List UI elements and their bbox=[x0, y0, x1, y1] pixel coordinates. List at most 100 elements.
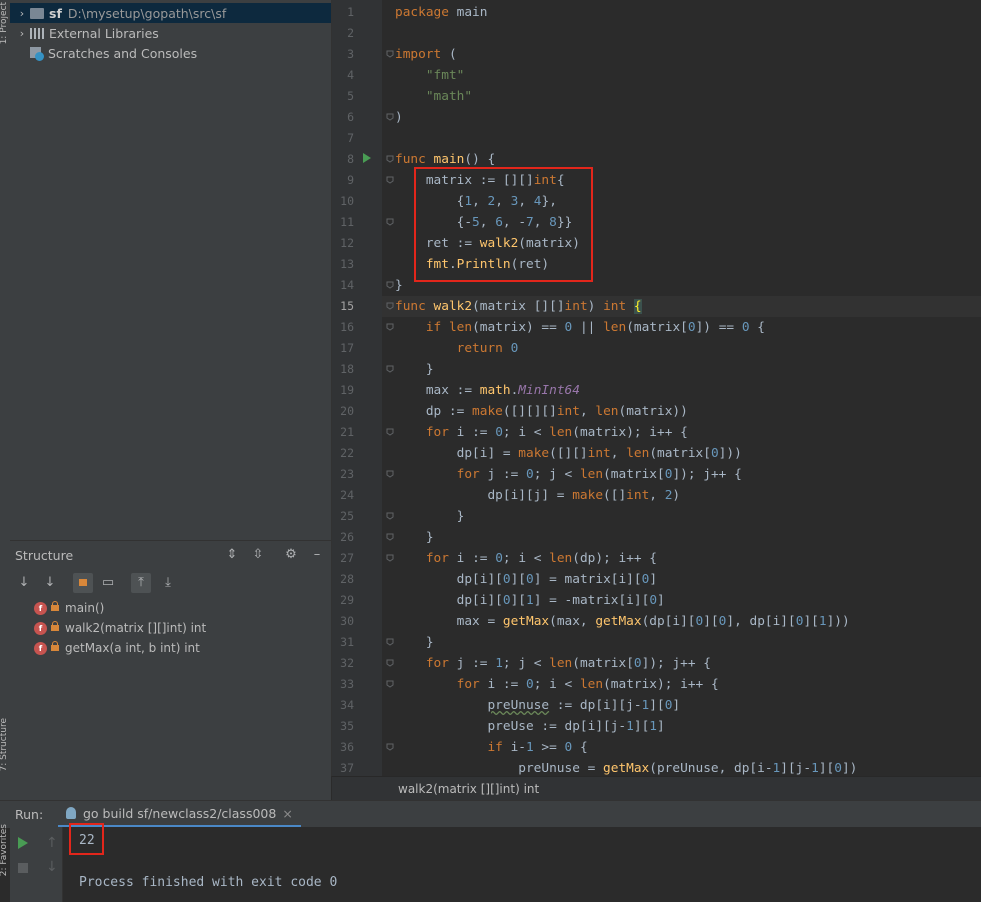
line-number: 29 bbox=[340, 593, 354, 607]
fold-marker-icon[interactable] bbox=[386, 680, 394, 688]
fold-marker-icon[interactable] bbox=[386, 302, 394, 310]
fold-marker-icon[interactable] bbox=[386, 428, 394, 436]
fold-marker-icon[interactable] bbox=[386, 659, 394, 667]
close-icon[interactable]: × bbox=[282, 806, 292, 821]
tree-item-label: External Libraries bbox=[49, 25, 159, 41]
line-number: 19 bbox=[340, 383, 354, 397]
fold-marker-icon[interactable] bbox=[386, 113, 394, 121]
function-icon: f bbox=[34, 621, 47, 635]
line-number: 28 bbox=[340, 572, 354, 586]
line-number: 10 bbox=[340, 194, 354, 208]
code-line[interactable]: } bbox=[395, 275, 403, 296]
code-line[interactable]: for j := 0; j < len(matrix[0]); j++ { bbox=[395, 464, 742, 485]
code-line[interactable]: import ( bbox=[395, 44, 457, 65]
code-line[interactable]: if len(matrix) == 0 || len(matrix[0]) ==… bbox=[395, 317, 765, 338]
sort-by-type-icon[interactable]: ↓ bbox=[16, 575, 32, 591]
code-line[interactable]: preUse := dp[i][j-1][1] bbox=[395, 716, 664, 737]
line-number: 15 bbox=[340, 299, 354, 313]
code-line[interactable]: dp[i] = make([][]int, len(matrix[0])) bbox=[395, 443, 742, 464]
run-toolbar: Run: go build sf/newclass2/class008 × bbox=[0, 800, 981, 828]
code-line[interactable]: for j := 1; j < len(matrix[0]); j++ { bbox=[395, 653, 711, 674]
line-number: 21 bbox=[340, 425, 354, 439]
structure-item-main[interactable]: f main() bbox=[34, 599, 104, 617]
rerun-icon[interactable] bbox=[18, 837, 28, 849]
line-number: 31 bbox=[340, 635, 354, 649]
fold-marker-icon[interactable] bbox=[386, 281, 394, 289]
sort-alphabetically-icon[interactable]: ↓ bbox=[42, 575, 58, 591]
code-line[interactable]: max = getMax(max, getMax(dp[i][0][0], dp… bbox=[395, 611, 850, 632]
minimize-icon[interactable]: – bbox=[309, 547, 325, 563]
line-number: 30 bbox=[340, 614, 354, 628]
fold-marker-icon[interactable] bbox=[386, 218, 394, 226]
show-fields-icon[interactable]: ▭ bbox=[100, 575, 116, 591]
code-editor[interactable]: 1 2 3 4 5 6 7 8 9 10 11 12 13 14 15 16 17 18 19 20 21 22 23 24 2… bbox=[331, 0, 981, 776]
structure-item-getmax[interactable]: f getMax(a int, b int) int bbox=[34, 639, 200, 657]
line-number: 24 bbox=[340, 488, 354, 502]
tree-item-external-libraries[interactable]: › External Libraries bbox=[10, 23, 331, 43]
fold-marker-icon[interactable] bbox=[386, 323, 394, 331]
favorites-tool-tab[interactable]: 2: Favorites bbox=[0, 824, 9, 876]
code-line[interactable]: max := math.MinInt64 bbox=[395, 380, 580, 401]
fold-marker-icon[interactable] bbox=[386, 50, 394, 58]
code-line[interactable]: } bbox=[395, 632, 434, 653]
fold-marker-icon[interactable] bbox=[386, 638, 394, 646]
libraries-icon bbox=[30, 27, 44, 39]
show-non-public-icon[interactable] bbox=[73, 573, 93, 593]
arrow-up-icon[interactable]: ↑ bbox=[46, 835, 58, 851]
fold-marker-icon[interactable] bbox=[386, 512, 394, 520]
run-gutter-icon[interactable] bbox=[363, 153, 371, 163]
code-line[interactable]: for i := 0; i < len(dp); i++ { bbox=[395, 548, 657, 569]
line-number: 35 bbox=[340, 719, 354, 733]
code-line[interactable]: ) bbox=[395, 107, 403, 128]
run-label: Run: bbox=[15, 807, 44, 822]
chevron-right-icon[interactable]: › bbox=[14, 27, 30, 40]
highlight-box-output bbox=[69, 823, 104, 855]
line-number: 23 bbox=[340, 467, 354, 481]
fold-marker-icon[interactable] bbox=[386, 155, 394, 163]
scratches-icon bbox=[30, 46, 44, 61]
fold-marker-icon[interactable] bbox=[386, 365, 394, 373]
code-line[interactable]: if i-1 >= 0 { bbox=[395, 737, 587, 758]
fold-marker-icon[interactable] bbox=[386, 554, 394, 562]
code-line[interactable]: dp[i][j] = make([]int, 2) bbox=[395, 485, 680, 506]
tree-item-scratches[interactable]: Scratches and Consoles bbox=[10, 43, 331, 63]
code-line[interactable]: } bbox=[395, 527, 434, 548]
line-number: 1 bbox=[347, 5, 354, 19]
fold-marker-icon[interactable] bbox=[386, 470, 394, 478]
structure-tool-tab[interactable]: 7: Structure bbox=[0, 718, 9, 772]
code-line[interactable]: "fmt" bbox=[395, 65, 465, 86]
code-area[interactable]: package main import ( "fmt" "math") func m… bbox=[395, 0, 981, 776]
code-line[interactable]: func walk2(matrix [][]int) int { bbox=[395, 296, 642, 317]
code-line[interactable]: dp[i][0][0] = matrix[i][0] bbox=[395, 569, 657, 590]
collapse-all-icon[interactable]: ⇳ bbox=[250, 547, 266, 563]
arrow-down-icon[interactable]: ↓ bbox=[46, 859, 58, 875]
code-line[interactable]: return 0 bbox=[395, 338, 519, 359]
expand-all-icon[interactable]: ⇕ bbox=[224, 547, 240, 563]
fold-marker-icon[interactable] bbox=[386, 176, 394, 184]
line-number: 6 bbox=[347, 110, 354, 124]
code-line[interactable]: "math" bbox=[395, 86, 472, 107]
highlight-box-main-body bbox=[414, 167, 593, 282]
structure-item-walk2[interactable]: f walk2(matrix [][]int) int bbox=[34, 619, 206, 637]
project-tool-tab[interactable]: 1: Project bbox=[0, 2, 9, 44]
structure-panel: Structure ⇕ ⇳ ⚙ – ↓ ↓ ▭ ⤒ ⤓ f main() f w… bbox=[10, 540, 331, 801]
code-line[interactable]: package main bbox=[395, 2, 487, 23]
fold-marker-icon[interactable] bbox=[386, 533, 394, 541]
stop-icon[interactable] bbox=[18, 863, 28, 873]
code-line[interactable]: } bbox=[395, 359, 434, 380]
autoscroll-to-source-icon[interactable]: ⤒ bbox=[131, 573, 151, 593]
code-line[interactable]: dp := make([][][]int, len(matrix)) bbox=[395, 401, 688, 422]
gear-icon[interactable]: ⚙ bbox=[283, 547, 299, 563]
code-line[interactable]: } bbox=[395, 506, 465, 527]
line-number: 2 bbox=[347, 26, 354, 40]
breadcrumb[interactable]: walk2(matrix [][]int) int bbox=[398, 782, 539, 796]
line-number: 36 bbox=[340, 740, 354, 754]
code-line[interactable]: dp[i][0][1] = -matrix[i][0] bbox=[395, 590, 665, 611]
code-line[interactable]: for i := 0; i < len(matrix); i++ { bbox=[395, 674, 719, 695]
autoscroll-from-source-icon[interactable]: ⤓ bbox=[160, 575, 176, 591]
code-line[interactable]: for i := 0; i < len(matrix); i++ { bbox=[395, 422, 688, 443]
code-line[interactable]: preUnuse := dp[i][j-1][0] bbox=[395, 695, 680, 716]
chevron-right-icon[interactable]: › bbox=[14, 7, 30, 20]
tree-item-sf[interactable]: › sf D:\mysetup\gopath\src\sf bbox=[10, 3, 331, 23]
fold-marker-icon[interactable] bbox=[386, 743, 394, 751]
